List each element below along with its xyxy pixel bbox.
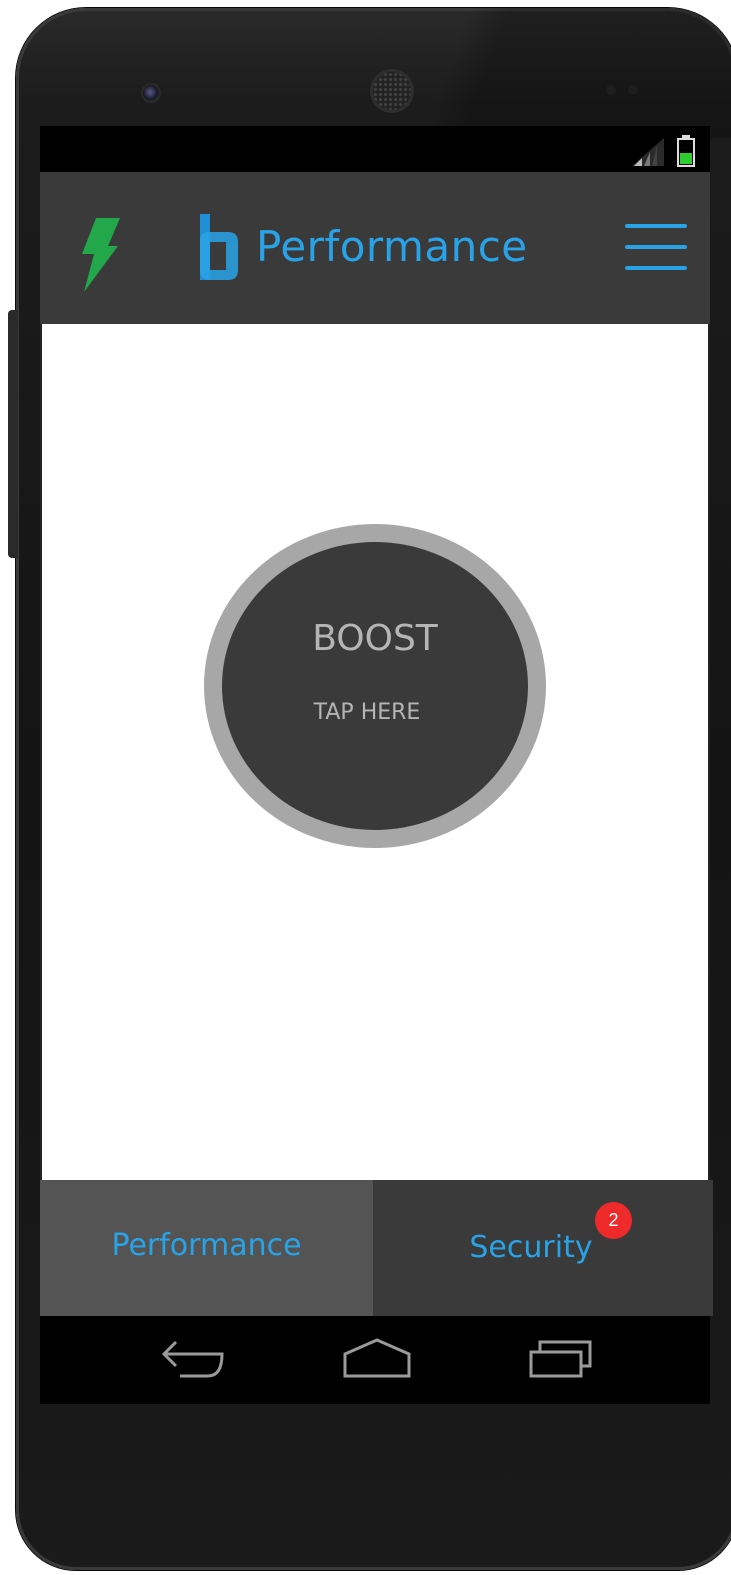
boost-label: BOOST (312, 618, 438, 659)
screen: Performance BOOST TAP HERE Performance S… (40, 126, 713, 1404)
boost-button-core: BOOST TAP HERE (222, 542, 528, 830)
system-nav-bar (46, 1316, 710, 1404)
tab-performance-label: Performance (111, 1228, 302, 1263)
battery-icon (677, 135, 695, 167)
earpiece-speaker (373, 72, 411, 110)
cell-signal-icon (632, 138, 664, 166)
home-icon[interactable] (342, 1336, 412, 1380)
status-bar (40, 126, 710, 172)
tab-security[interactable]: Security 2 (373, 1180, 713, 1316)
proximity-sensor (606, 85, 616, 95)
side-button (8, 310, 18, 558)
bottom-tab-bar: Performance Security 2 (40, 1180, 713, 1316)
tap-here-label: TAP HERE (313, 700, 421, 725)
lightning-bolt-icon[interactable] (80, 218, 120, 292)
recents-icon[interactable] (528, 1336, 594, 1380)
app-logo-icon (200, 214, 238, 280)
main-content: BOOST TAP HERE (40, 324, 710, 1180)
app-bar: Performance (40, 172, 710, 324)
phone-glare (422, 8, 731, 138)
hamburger-menu-icon[interactable] (625, 224, 687, 272)
light-sensor (628, 85, 638, 95)
back-icon[interactable] (160, 1336, 226, 1380)
tab-security-label: Security (469, 1230, 593, 1265)
front-camera (143, 85, 159, 101)
tab-performance[interactable]: Performance (40, 1180, 373, 1316)
notification-badge: 2 (595, 1202, 632, 1239)
page-title: Performance (256, 222, 528, 271)
boost-button[interactable]: BOOST TAP HERE (204, 524, 546, 848)
